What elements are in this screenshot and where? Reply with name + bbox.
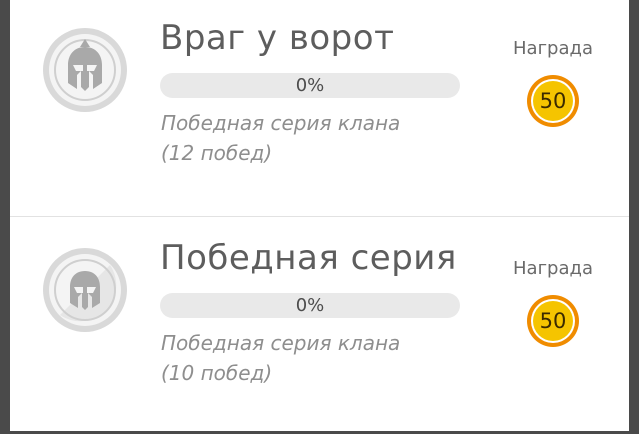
achievement-description: Победная серия клана (10 побед) <box>161 328 400 388</box>
reward-coin: 50 <box>526 74 580 128</box>
row-divider <box>10 216 629 217</box>
spartan-helmet-icon <box>43 28 127 112</box>
progress-text: 0% <box>295 295 325 316</box>
achievement-badge <box>40 25 130 115</box>
progress-bar: 0% <box>160 293 460 318</box>
achievement-description: Победная серия клана (12 побед) <box>161 108 400 168</box>
achievement-title: Враг у ворот <box>160 18 395 58</box>
description-line: (12 побед) <box>161 141 273 165</box>
reward-label: Награда <box>513 38 593 59</box>
reward-coin: 50 <box>526 294 580 348</box>
achievement-row[interactable]: Победная серия 0% Победная серия клана (… <box>10 218 629 434</box>
description-line: Победная серия клана <box>161 111 401 135</box>
achievement-badge <box>40 245 130 335</box>
description-line: (10 побед) <box>161 361 273 385</box>
achievement-row[interactable]: Враг у ворот 0% Победная серия клана (12… <box>10 0 629 216</box>
progress-bar: 0% <box>160 73 460 98</box>
achievement-title: Победная серия <box>160 238 457 278</box>
achievements-panel: Враг у ворот 0% Победная серия клана (12… <box>10 0 629 431</box>
reward-value: 50 <box>539 89 567 113</box>
spartan-helmet-icon <box>43 248 127 332</box>
reward-value: 50 <box>539 309 567 333</box>
reward-label: Награда <box>513 258 593 279</box>
progress-text: 0% <box>295 75 325 96</box>
description-line: Победная серия клана <box>161 331 401 355</box>
